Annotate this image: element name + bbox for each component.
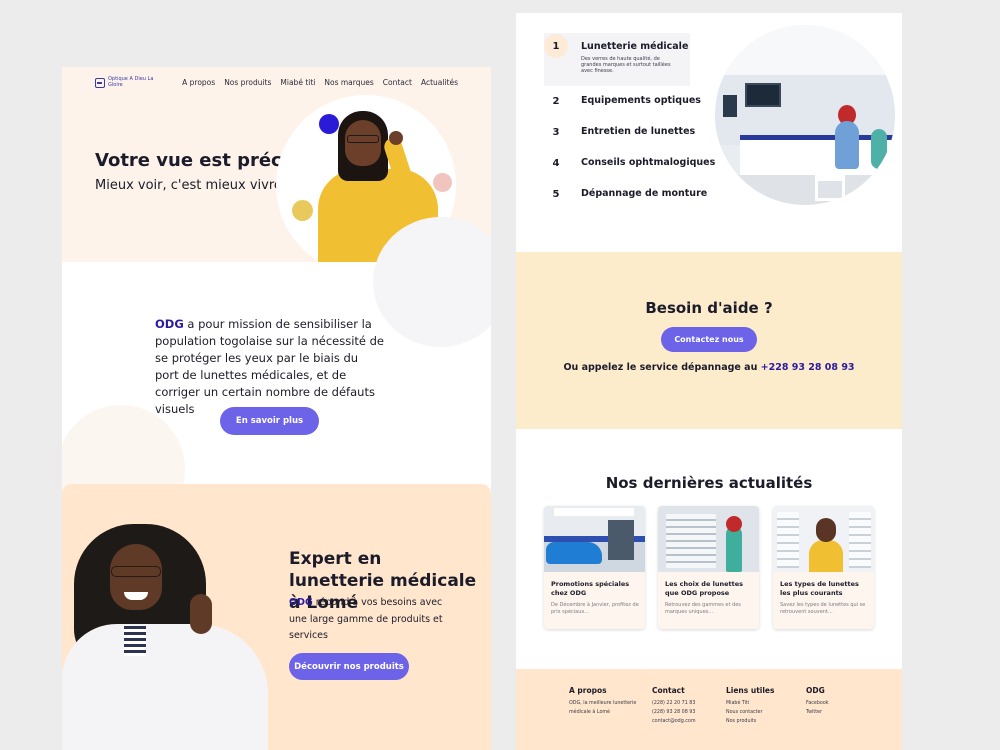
footer-text: ODG, la meilleure lunetterie (569, 701, 637, 706)
contact-us-button[interactable]: Contactez nous (661, 327, 757, 352)
expert-section: Expert en lunetterie médicale à Lomé ODG… (62, 484, 491, 750)
service-item-medical-eyewear[interactable]: Lunetterie médicale (581, 41, 688, 52)
thumbs-up-icon (190, 594, 212, 634)
help-phone-number[interactable]: +228 93 28 08 93 (761, 362, 855, 373)
footer-link-twitter[interactable]: Twitter (806, 708, 829, 717)
mission-statement: ODG a pour mission de sensibiliser la po… (155, 316, 385, 418)
footer-email[interactable]: contact@odg.com (652, 717, 696, 726)
news-card-excerpt: De Décembre à Janvier, profitez de prix … (551, 602, 639, 615)
service-description: Des verres de haute qualité, de grandes … (581, 56, 671, 74)
news-card-image (773, 506, 874, 572)
services-page-preview: 1 Lunetterie médicale Des verres de haut… (516, 13, 902, 750)
logo-icon (95, 77, 105, 88)
learn-more-button[interactable]: En savoir plus (220, 407, 319, 435)
news-card-title: Les choix de lunettes que ODG propose (665, 580, 744, 597)
expert-description: ODG répond à vos besoins avec une large … (289, 595, 459, 645)
news-card[interactable]: Les types de lunettes les plus courants … (773, 506, 874, 629)
service-item-frame-repair[interactable]: Dépannage de monture (581, 188, 707, 199)
news-card-image (544, 506, 645, 572)
news-card-title: Promotions spéciales chez ODG (551, 580, 630, 597)
footer-column-contact: Contact (228) 22 20 71 83 (228) 93 28 08… (652, 686, 696, 726)
help-section: Besoin d'aide ? Contactez nous Ou appele… (516, 252, 902, 429)
news-card[interactable]: Promotions spéciales chez ODG De Décembr… (544, 506, 645, 629)
expert-text: répond à vos besoins avec une large gamm… (289, 597, 443, 641)
nav-links: A propos Nos produits Miabé titi Nos mar… (182, 78, 458, 87)
news-card[interactable]: Les choix de lunettes que ODG propose Re… (658, 506, 759, 629)
footer-link-contact[interactable]: Nous contacter (726, 708, 774, 717)
glasses-icon (347, 135, 379, 143)
service-item-optical-equipment[interactable]: Equipements optiques (581, 95, 701, 106)
help-title: Besoin d'aide ? (645, 299, 773, 317)
help-phone-text: Ou appelez le service dépannage au +228 … (516, 362, 902, 373)
footer-heading: Liens utiles (726, 686, 775, 695)
footer: A propos ODG, la meilleure lunetterie mé… (516, 669, 902, 750)
service-number: 2 (544, 89, 568, 113)
news-title: Nos dernières actualités (605, 474, 813, 492)
footer-column-links: Liens utiles Miabé Titi Nous contacter N… (726, 686, 774, 726)
help-phone-label: Ou appelez le service dépannage au (563, 362, 761, 373)
glasses-icon (111, 566, 161, 577)
footer-heading: Contact (652, 686, 685, 695)
footer-text: médicale à Lomé (569, 710, 610, 715)
news-card-image (658, 506, 759, 572)
nav-link-miabe-titi[interactable]: Miabé titi (280, 78, 315, 87)
footer-heading: ODG (806, 686, 825, 695)
hero-subtitle: Mieux voir, c'est mieux vivre (95, 178, 282, 193)
service-number: 5 (544, 182, 568, 206)
footer-link-miabe-titi[interactable]: Miabé Titi (726, 699, 774, 708)
nav-link-brands[interactable]: Nos marques (324, 78, 373, 87)
footer-column-about: A propos ODG, la meilleure lunetterie mé… (569, 686, 636, 717)
footer-heading: A propos (569, 686, 607, 695)
news-card-title: Les types de lunettes les plus courants (780, 580, 859, 597)
nav-link-about[interactable]: A propos (182, 78, 215, 87)
nav-link-news[interactable]: Actualités (421, 78, 458, 87)
service-number: 4 (544, 151, 568, 175)
clinic-interior-photo (715, 25, 895, 205)
service-number: 3 (544, 120, 568, 144)
brand-name: ODG (155, 317, 184, 331)
nav-link-contact[interactable]: Contact (383, 78, 412, 87)
service-number: 1 (544, 34, 568, 58)
decorative-yellow-dot (292, 200, 313, 221)
footer-phone-2[interactable]: (228) 93 28 08 93 (652, 708, 696, 717)
brand-name: ODG (289, 597, 313, 608)
home-page-preview: Optique A Dieu La Gloire A propos Nos pr… (62, 67, 491, 750)
discover-products-button[interactable]: Découvrir nos produits (289, 653, 409, 680)
expert-woman-photo (62, 524, 272, 750)
logo[interactable]: Optique A Dieu La Gloire (95, 76, 156, 88)
footer-link-products[interactable]: Nos produits (726, 717, 774, 726)
footer-column-social: ODG Facebook Twitter (806, 686, 829, 717)
service-item-ophthalmology-advice[interactable]: Conseils ophtmalogiques (581, 157, 715, 168)
footer-link-facebook[interactable]: Facebook (806, 699, 829, 708)
top-navigation: Optique A Dieu La Gloire A propos Nos pr… (62, 67, 491, 97)
decorative-circle (373, 217, 491, 347)
logo-text: Optique A Dieu La Gloire (108, 76, 154, 88)
news-card-excerpt: Retrouvez des gammes et des marques uniq… (665, 602, 741, 615)
news-card-excerpt: Savez les types de lunettes qui se retro… (780, 602, 866, 615)
footer-phone-1[interactable]: (228) 22 20 71 83 (652, 699, 696, 708)
mission-text: a pour mission de sensibiliser la popula… (155, 317, 385, 416)
nav-link-products[interactable]: Nos produits (224, 78, 271, 87)
service-item-glasses-maintenance[interactable]: Entretien de lunettes (581, 126, 695, 137)
